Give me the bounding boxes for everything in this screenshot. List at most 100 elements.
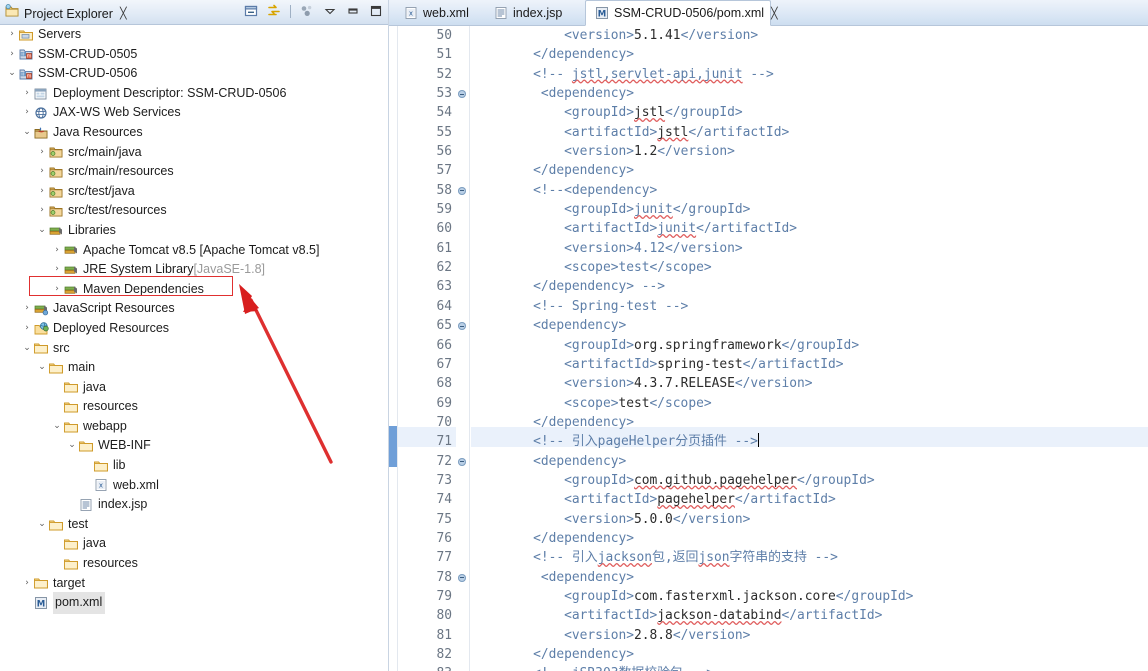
fold-toggle-icon[interactable] — [456, 568, 469, 587]
code-line[interactable]: </dependency> --> — [471, 277, 1148, 296]
code-line[interactable]: </dependency> — [471, 413, 1148, 432]
close-icon[interactable]: ╳ — [120, 7, 127, 20]
chevron-right-icon[interactable]: › — [36, 201, 48, 221]
chevron-right-icon[interactable]: › — [21, 103, 33, 123]
tree-item-web-inf[interactable]: ⌄ WEB-INF — [0, 436, 388, 456]
tree-item-target[interactable]: › target — [0, 574, 388, 594]
code-line[interactable]: <scope>test</scope> — [471, 258, 1148, 277]
maximize-icon[interactable] — [368, 3, 384, 19]
tree-item-test[interactable]: ⌄ test — [0, 515, 388, 535]
chevron-right-icon[interactable]: › — [21, 574, 33, 594]
chevron-down-icon[interactable]: ⌄ — [51, 417, 63, 437]
chevron-right-icon[interactable]: › — [21, 299, 33, 319]
close-icon[interactable]: ╳ — [771, 7, 778, 20]
tree-item-src-test-resources[interactable]: › src/test/resources — [0, 201, 388, 221]
chevron-right-icon[interactable]: › — [51, 241, 63, 261]
code-line[interactable]: <version>4.12</version> — [471, 239, 1148, 258]
editor-tab-ssm-crud-0506-pom-xml[interactable]: M SSM-CRUD-0506/pom.xml ╳ — [585, 0, 778, 26]
chevron-right-icon[interactable]: › — [6, 45, 18, 65]
fold-toggle-icon[interactable] — [456, 181, 469, 200]
tree-item-index-jsp[interactable]: index.jsp — [0, 495, 388, 515]
chevron-right-icon[interactable]: › — [51, 260, 63, 280]
chevron-right-icon[interactable]: › — [51, 280, 63, 300]
fold-toggle-icon[interactable] — [456, 316, 469, 335]
code-line[interactable]: <dependency> — [471, 568, 1148, 587]
view-menu-icon[interactable] — [322, 3, 338, 19]
marker-ruler-column[interactable] — [389, 26, 398, 671]
code-line[interactable]: <!-- jSR303数据校验包 --> — [471, 664, 1148, 671]
link-with-editor-icon[interactable] — [266, 3, 282, 19]
code-line[interactable]: <dependency> — [471, 316, 1148, 335]
code-line[interactable]: <!-- jstl,servlet-api,junit --> — [471, 65, 1148, 84]
code-line[interactable]: <groupId>jstl</groupId> — [471, 103, 1148, 122]
code-line[interactable]: </dependency> — [471, 645, 1148, 664]
code-line[interactable]: </dependency> — [471, 161, 1148, 180]
chevron-down-icon[interactable]: ⌄ — [21, 339, 33, 359]
folding-column[interactable] — [456, 26, 470, 671]
code-line[interactable]: <dependency> — [471, 452, 1148, 471]
chevron-right-icon[interactable]: › — [36, 182, 48, 202]
code-line[interactable]: <version>1.2</version> — [471, 142, 1148, 161]
code-line[interactable]: <!-- Spring-test --> — [471, 297, 1148, 316]
code-line[interactable]: <artifactId>jstl</artifactId> — [471, 123, 1148, 142]
code-line[interactable]: <!--<dependency> — [471, 181, 1148, 200]
code-line[interactable]: <artifactId>jackson-databind</artifactId… — [471, 606, 1148, 625]
tree-item-java-resources[interactable]: ⌄ Java Resources — [0, 123, 388, 143]
tree-item-main[interactable]: ⌄ main — [0, 358, 388, 378]
tree-item-ssm-crud-0505[interactable]: › m SSM-CRUD-0505 — [0, 45, 388, 65]
code-line[interactable]: <groupId>org.springframework</groupId> — [471, 336, 1148, 355]
chevron-down-icon[interactable]: ⌄ — [36, 515, 48, 535]
focus-on-active-task-icon[interactable] — [299, 3, 315, 19]
tree-item-jax-ws-web-services[interactable]: › JAX-WS Web Services — [0, 103, 388, 123]
tree-item-lib[interactable]: lib — [0, 456, 388, 476]
tree-item-javascript-resources[interactable]: › JavaScript Resources — [0, 299, 388, 319]
tree-item-deployment-descriptor-ssm-crud-0506[interactable]: › Deployment Descriptor: SSM-CRUD-0506 — [0, 84, 388, 104]
project-tree[interactable]: › Servers › m SSM-CRUD-0505 ⌄ m SSM-CRUD-0506 › D… — [0, 25, 388, 671]
chevron-right-icon[interactable]: › — [36, 143, 48, 163]
code-line[interactable]: <!-- 引入pageHelper分页插件 --> — [471, 432, 1148, 451]
code-line[interactable]: <artifactId>spring-test</artifactId> — [471, 355, 1148, 374]
minimize-icon[interactable] — [345, 3, 361, 19]
code-line[interactable]: <version>4.3.7.RELEASE</version> — [471, 374, 1148, 393]
code-line[interactable]: <dependency> — [471, 84, 1148, 103]
code-line[interactable]: <!-- 引入jackson包,返回json字符串的支持 --> — [471, 548, 1148, 567]
tree-item-jre-system-library[interactable]: › JRE System Library [JavaSE-1.8] — [0, 260, 388, 280]
tree-item-apache-tomcat-v8-5-apache-tomcat-v8-5[interactable]: › Apache Tomcat v8.5 [Apache Tomcat v8.5] — [0, 241, 388, 261]
tree-item-resources[interactable]: resources — [0, 554, 388, 574]
code-line[interactable]: <artifactId>pagehelper</artifactId> — [471, 490, 1148, 509]
tree-item-src-main-java[interactable]: › src/main/java — [0, 143, 388, 163]
code-line[interactable]: <groupId>com.github.pagehelper</groupId> — [471, 471, 1148, 490]
code-line[interactable]: <version>5.0.0</version> — [471, 510, 1148, 529]
fold-toggle-icon[interactable] — [456, 84, 469, 103]
chevron-right-icon[interactable]: › — [21, 84, 33, 104]
code-line[interactable]: <version>5.1.41</version> — [471, 26, 1148, 45]
code-text[interactable]: <version>5.1.41</version> </dependency> … — [471, 26, 1148, 671]
tree-item-ssm-crud-0506[interactable]: ⌄ m SSM-CRUD-0506 — [0, 64, 388, 84]
code-line[interactable]: <scope>test</scope> — [471, 394, 1148, 413]
source-editor[interactable]: 50 51 52 53 54 55 56 57 58 59 60 61 62 63 64 65 66 67 68 69… — [389, 26, 1148, 671]
tree-item-src-main-resources[interactable]: › src/main/resources — [0, 162, 388, 182]
tree-item-pom-xml[interactable]: Mpom.xml — [0, 592, 388, 614]
tree-item-src[interactable]: ⌄ src — [0, 339, 388, 359]
tree-item-src-test-java[interactable]: › src/test/java — [0, 182, 388, 202]
tree-item-webapp[interactable]: ⌄ webapp — [0, 417, 388, 437]
code-line[interactable]: <artifactId>junit</artifactId> — [471, 219, 1148, 238]
chevron-right-icon[interactable]: › — [36, 162, 48, 182]
chevron-down-icon[interactable]: ⌄ — [21, 123, 33, 143]
tree-item-java[interactable]: java — [0, 534, 388, 554]
chevron-down-icon[interactable]: ⌄ — [36, 358, 48, 378]
chevron-down-icon[interactable]: ⌄ — [6, 64, 18, 84]
chevron-right-icon[interactable]: › — [21, 319, 33, 339]
fold-toggle-icon[interactable] — [456, 452, 469, 471]
tree-item-deployed-resources[interactable]: › Deployed Resources — [0, 319, 388, 339]
tree-item-libraries[interactable]: ⌄ Libraries — [0, 221, 388, 241]
chevron-right-icon[interactable]: › — [6, 25, 18, 45]
collapse-all-icon[interactable] — [243, 3, 259, 19]
tree-item-web-xml[interactable]: x web.xml — [0, 476, 388, 496]
code-line[interactable]: <version>2.8.8</version> — [471, 626, 1148, 645]
tree-item-servers[interactable]: › Servers — [0, 25, 388, 45]
chevron-down-icon[interactable]: ⌄ — [36, 221, 48, 241]
editor-tab-web-xml[interactable]: x web.xml — [395, 0, 481, 26]
code-line[interactable]: <groupId>com.fasterxml.jackson.core</gro… — [471, 587, 1148, 606]
editor-tab-index-jsp[interactable]: index.jsp — [485, 0, 581, 26]
